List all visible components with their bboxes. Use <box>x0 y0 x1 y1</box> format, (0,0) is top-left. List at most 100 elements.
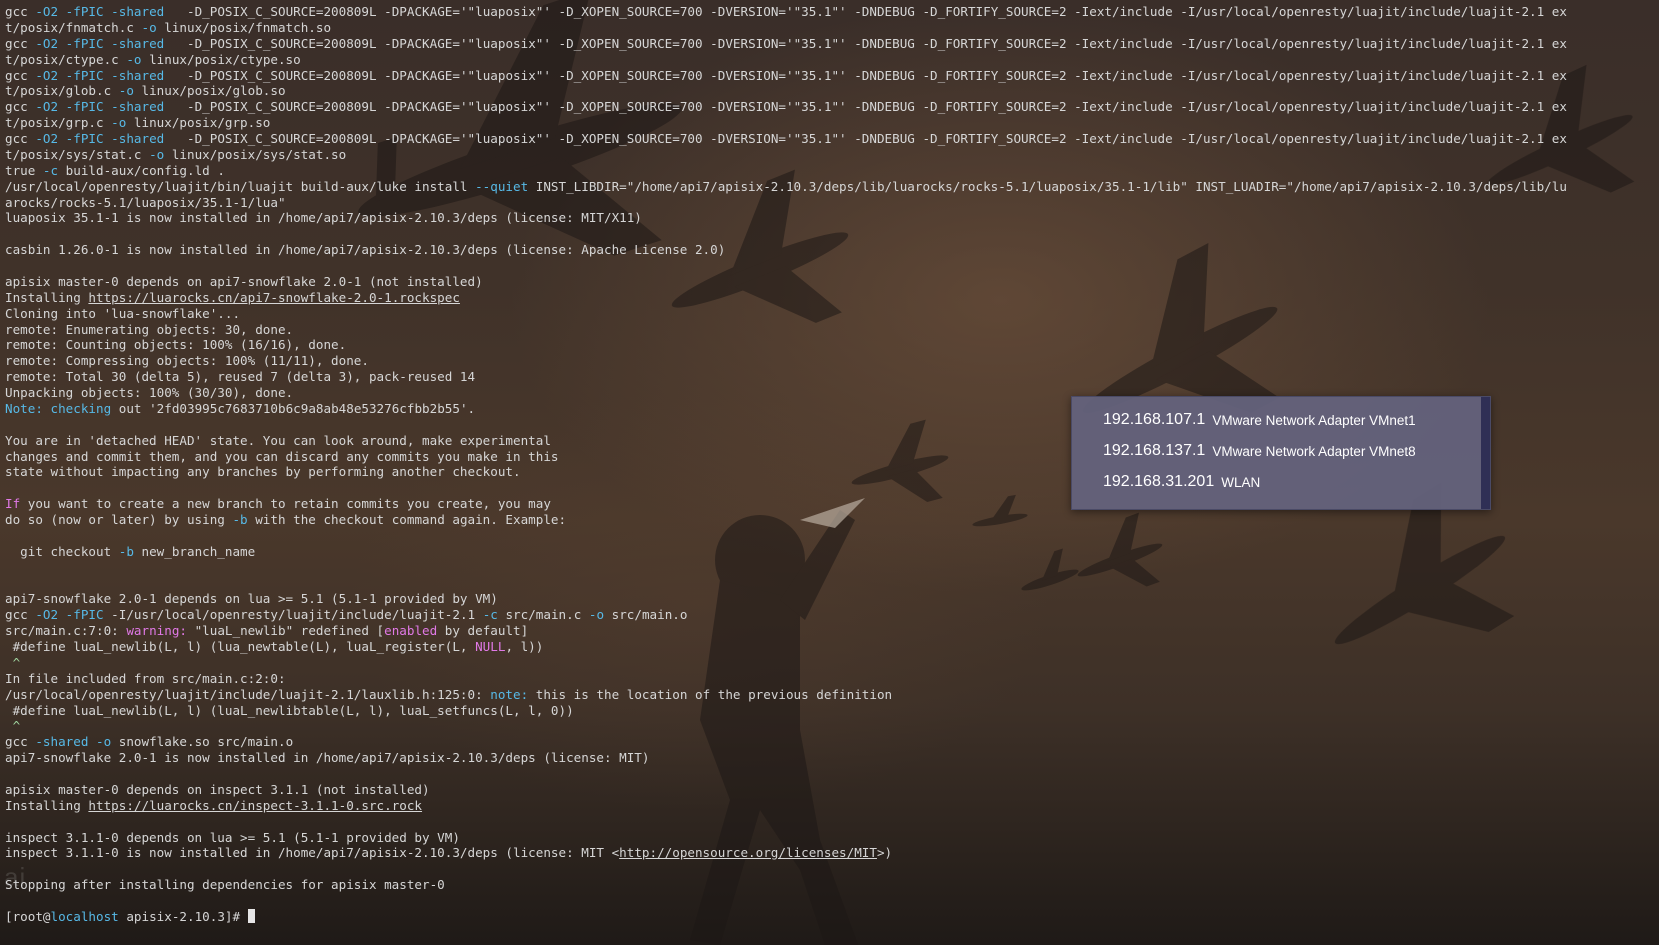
terminal-text: do so (now or later) by using <box>5 512 233 527</box>
terminal-text: out '2fd03995c7683710b6c9a8ab48e53276cfb… <box>111 400 476 416</box>
terminal-link[interactable]: http://opensource.org/licenses/MIT <box>619 845 877 860</box>
terminal-text: #define luaL_newlib(L, l) (lua_newtable(… <box>5 639 476 654</box>
terminal-line: gcc -O2 -fPIC -shared -D_POSIX_C_SOURCE=… <box>5 131 1655 147</box>
terminal-text: linux/posix/grp.so <box>126 115 271 131</box>
terminal-line: gcc -O2 -fPIC -I/usr/local/openresty/lua… <box>5 607 1655 623</box>
terminal-line: t/posix/grp.c -o linux/posix/grp.so <box>5 115 1655 131</box>
terminal-text: -O2 -fPIC -shared <box>35 35 165 51</box>
terminal-text: In file included from src/main.c:2:0: <box>5 670 286 686</box>
terminal-text: warning: <box>126 623 187 639</box>
terminal-text: gcc <box>5 4 36 19</box>
terminal-text: #define luaL_newlib(L, l) (luaL_newlibta… <box>5 702 574 718</box>
terminal-text: /usr/local/openresty/luajit/bin/luajit b… <box>5 178 476 194</box>
terminal-text: ^ <box>5 718 21 734</box>
terminal-line: #define luaL_newlib(L, l) (lua_newtable(… <box>5 639 1655 655</box>
terminal-text: Installing <box>5 797 89 813</box>
terminal-text: gcc <box>5 607 36 623</box>
terminal-text: build-aux/config.ld . <box>58 162 225 178</box>
terminal-cursor <box>247 908 255 923</box>
terminal-text: -c <box>42 162 59 178</box>
terminal-text: >) <box>876 845 893 861</box>
terminal-text: -b <box>118 543 134 559</box>
terminal-line: gcc -O2 -fPIC -shared -D_POSIX_C_SOURCE=… <box>5 99 1655 115</box>
terminal-line: t/posix/ctype.c -o linux/posix/ctype.so <box>5 52 1655 68</box>
terminal-line: gcc -O2 -fPIC -shared -D_POSIX_C_SOURCE=… <box>5 4 1655 20</box>
terminal-text: t/posix/ctype.c <box>5 51 127 67</box>
terminal-text: -O2 -fPIC -shared <box>35 67 165 83</box>
terminal-text: arocks/rocks-5.1/luaposix/35.1-1/lua" <box>5 194 286 210</box>
adapter-name: WLAN <box>1221 474 1261 490</box>
terminal-line: t/posix/glob.c -o linux/posix/glob.so <box>5 83 1655 99</box>
terminal-text: -o <box>588 607 605 623</box>
terminal-line: apisix master-0 depends on api7-snowflak… <box>5 274 1655 290</box>
terminal-text: Unpacking objects: 100% (30/30), done. <box>5 385 294 400</box>
ip-address: 192.168.137.1 <box>1103 442 1206 459</box>
terminal-text: -D_POSIX_C_SOURCE=200809L -DPACKAGE='"lu… <box>187 99 1567 115</box>
terminal-text: linux/posix/ctype.so <box>141 51 301 67</box>
terminal-text: -o <box>141 19 157 35</box>
network-adapter-row: 192.168.31.201 WLAN <box>1103 470 1260 494</box>
terminal-line: remote: Total 30 (delta 5), reused 7 (de… <box>5 369 1655 385</box>
terminal-line: git checkout -b new_branch_name <box>5 544 1655 560</box>
terminal-line: t/posix/sys/stat.c -o linux/posix/sys/st… <box>5 147 1655 163</box>
terminal-text: -b <box>232 512 248 527</box>
terminal-link[interactable]: https://luarocks.cn/api7-snowflake-2.0-1… <box>88 290 460 305</box>
terminal-line: Stopping after installing dependencies f… <box>5 877 1655 893</box>
terminal-text: src/main.c:7:0: <box>5 623 127 639</box>
terminal-text: INST_LIBDIR="/home/api7/apisix-2.10.3/de… <box>528 178 1567 194</box>
terminal-text: new_branch_name <box>133 543 256 559</box>
terminal-text: --quiet <box>475 178 529 194</box>
terminal-text: remote: Enumerating objects: 30, done. <box>5 321 294 337</box>
terminal-line: remote: Compressing objects: 100% (11/11… <box>5 353 1655 369</box>
terminal-text: t/posix/sys/stat.c <box>5 146 150 162</box>
terminal-text: -O2 -fPIC -shared <box>35 4 165 19</box>
terminal-text: "luaL_newlib" redefined [ <box>187 623 385 639</box>
network-info-popup: 192.168.107.1 VMware Network Adapter VMn… <box>1071 396 1491 510</box>
terminal-line: t/posix/fnmatch.c -o linux/posix/fnmatch… <box>5 20 1655 36</box>
terminal-text: inspect 3.1.1-0 depends on lua >= 5.1 (5… <box>5 829 460 845</box>
terminal-text: remote: Counting objects: 100% (16/16), … <box>5 337 347 353</box>
terminal-text: remote: Total 30 (delta 5), reused 7 (de… <box>5 369 476 385</box>
terminal-text: linux/posix/glob.so <box>133 83 286 99</box>
terminal-line: src/main.c:7:0: warning: "luaL_newlib" r… <box>5 623 1655 639</box>
terminal-text: Note: <box>5 400 43 416</box>
terminal-text: [root@ <box>5 908 51 924</box>
terminal-text: changes and commit them, and you can dis… <box>5 448 559 464</box>
terminal-text: -O2 -fPIC -shared <box>35 131 165 146</box>
terminal-text: gcc <box>5 35 36 51</box>
terminal-text: with the checkout command again. Example… <box>247 512 567 527</box>
terminal-line: Installing https://luarocks.cn/inspect-3… <box>5 798 1655 814</box>
terminal-line: remote: Counting objects: 100% (16/16), … <box>5 337 1655 353</box>
terminal-text: apisix master-0 depends on api7-snowflak… <box>5 273 483 289</box>
terminal-text: -o <box>111 115 127 131</box>
terminal-text: note: <box>490 686 529 702</box>
terminal-text: gcc <box>5 734 36 750</box>
terminal-line: gcc -O2 -fPIC -shared -D_POSIX_C_SOURCE=… <box>5 36 1655 52</box>
terminal-text: t/posix/glob.c <box>5 83 119 99</box>
terminal-text: state without impacting any branches by … <box>5 464 521 480</box>
terminal-text: remote: Compressing objects: 100% (11/11… <box>5 353 369 369</box>
terminal-line: /usr/local/openresty/luajit/include/luaj… <box>5 687 1655 703</box>
terminal-text: -o <box>96 734 112 750</box>
terminal-text: luaposix 35.1-1 is now installed in /hom… <box>5 210 642 226</box>
terminal-line: ^ <box>5 718 1655 734</box>
terminal-text: checking <box>50 400 112 416</box>
terminal-text: t/posix/fnmatch.c <box>5 19 142 35</box>
terminal-line: gcc -shared -o snowflake.so src/main.o <box>5 734 1655 750</box>
terminal-text: -D_POSIX_C_SOURCE=200809L -DPACKAGE='"lu… <box>187 67 1567 83</box>
terminal-text: If <box>5 496 21 512</box>
terminal-text: apisix-2.10.3]# <box>118 908 248 924</box>
terminal-link[interactable]: https://luarocks.cn/inspect-3.1.1-0.src.… <box>88 798 422 813</box>
adapter-name: VMware Network Adapter VMnet1 <box>1212 412 1416 428</box>
terminal-line: In file included from src/main.c:2:0: <box>5 671 1655 687</box>
